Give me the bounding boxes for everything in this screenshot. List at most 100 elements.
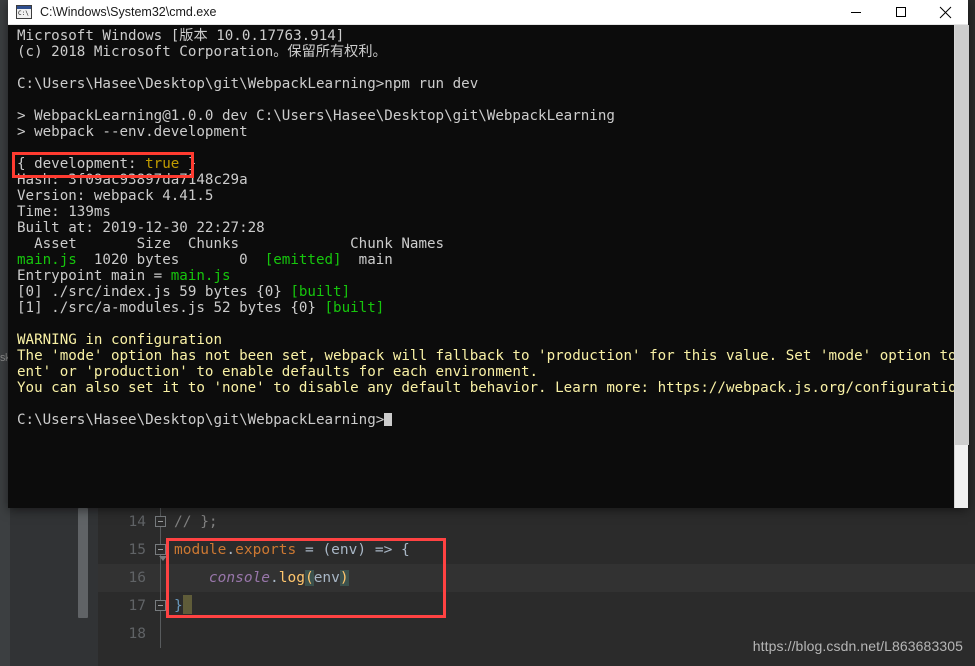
code-token: (: [304, 570, 314, 586]
cmd-scrollbar[interactable]: [954, 25, 969, 508]
code-token: (: [322, 542, 332, 558]
screen-root: sk 14// }; 15 module.exports = (env) => {1…: [0, 0, 975, 666]
code-token: =>: [374, 542, 393, 558]
code-token: ): [339, 570, 349, 586]
cmd-scrollbar-thumb[interactable]: [955, 25, 969, 445]
code-token: env: [331, 542, 358, 558]
maximize-icon: [895, 7, 906, 17]
console-segment: Microsoft Windows [版本 10.0.17763.914]: [17, 28, 345, 44]
close-button[interactable]: [923, 0, 968, 25]
code-text: // };: [174, 508, 218, 536]
console-line: Asset Size Chunks Chunk Names: [17, 236, 968, 252]
console-segment: true: [145, 156, 180, 172]
line-number: 16: [128, 570, 146, 586]
console-segment: [built]: [324, 300, 385, 316]
console-segment: [built]: [290, 284, 351, 300]
code-line[interactable]: 14 // };: [98, 508, 975, 536]
minimize-icon: [850, 12, 861, 13]
maximize-button[interactable]: [878, 0, 923, 25]
console-line: WARNING in configuration: [17, 332, 968, 348]
fold-rail: [160, 564, 161, 592]
console-segment: Asset Size Chunks Chunk Names: [17, 236, 445, 252]
console-line: Microsoft Windows [版本 10.0.17763.914]: [17, 28, 968, 44]
console-cursor: [384, 413, 393, 426]
console-line: The 'mode' option has not been set, webp…: [17, 348, 968, 364]
console-line: main.js 1020 bytes 0 [emitted] main: [17, 252, 968, 268]
console-line: (c) 2018 Microsoft Corporation。保留所有权利。: [17, 44, 968, 60]
code-line[interactable]: 15 module.exports = (env) => {: [98, 536, 975, 564]
code-line[interactable]: 17}: [98, 592, 975, 620]
code-fold-toggle-icon[interactable]: [155, 544, 167, 561]
console-segment: [0] ./src/index.js 59 bytes {0}: [17, 284, 291, 300]
console-segment: { development:: [17, 156, 146, 172]
code-fold-toggle-icon[interactable]: [155, 600, 166, 611]
console-segment: [emitted]: [264, 252, 342, 268]
console-line: You can also set it to 'none' to disable…: [17, 380, 968, 396]
console-segment: Hash: 3f09ac93897da7148c29a: [17, 172, 248, 188]
console-segment: main.js: [170, 268, 231, 284]
fold-rail: [160, 620, 161, 648]
code-token: .: [226, 542, 236, 558]
console-line: { development: true }: [17, 156, 968, 172]
console-line: Time: 139ms: [17, 204, 968, 220]
cmd-window[interactable]: C:\ C:\Windows\System32\cmd.exe Microsof…: [8, 0, 969, 508]
code-token: log: [278, 570, 305, 586]
console-segment: You can also set it to 'none' to disable…: [17, 380, 968, 396]
console-line: C:\Users\Hasee\Desktop\git\WebpackLearni…: [17, 412, 968, 428]
line-number: 15: [128, 542, 146, 558]
cmd-output-area[interactable]: Microsoft Windows [版本 10.0.17763.914] (c)…: [8, 25, 968, 508]
console-segment: }: [179, 156, 197, 172]
code-token: .: [270, 570, 279, 586]
console-line: Entrypoint main = main.js: [17, 268, 968, 284]
console-segment: Built at: 2019-12-30 22:27:28: [17, 220, 265, 236]
window-title: C:\Windows\System32\cmd.exe: [40, 5, 217, 19]
console-line: Hash: 3f09ac93897da7148c29a: [17, 172, 968, 188]
console-line: > webpack --env.development: [17, 124, 968, 140]
window-controls: [833, 0, 968, 25]
console-line: > WebpackLearning@1.0.0 dev C:\Users\Has…: [17, 108, 968, 124]
console-segment: main: [341, 252, 393, 268]
cmd-output-text: Microsoft Windows [版本 10.0.17763.914] (c)…: [17, 28, 968, 428]
console-segment: main.js: [17, 252, 77, 268]
line-number: 17: [128, 598, 146, 614]
code-token: // };: [174, 514, 218, 530]
console-segment: > webpack --env.development: [17, 124, 248, 140]
console-line: Version: webpack 4.41.5: [17, 188, 968, 204]
line-number: 14: [128, 514, 146, 530]
console-segment: Entrypoint main =: [17, 268, 171, 284]
console-line: C:\Users\Hasee\Desktop\git\WebpackLearni…: [17, 76, 968, 92]
console-segment: (c) 2018 Microsoft Corporation。保留所有权利。: [17, 44, 387, 60]
console-segment: C:\Users\Hasee\Desktop\git\WebpackLearni…: [17, 76, 479, 92]
console-segment: C:\Users\Hasee\Desktop\git\WebpackLearni…: [17, 412, 385, 428]
console-line: [0] ./src/index.js 59 bytes {0} [built]: [17, 284, 968, 300]
console-line: Built at: 2019-12-30 22:27:28: [17, 220, 968, 236]
code-line[interactable]: 16 console.log(env): [98, 564, 975, 592]
minimize-button[interactable]: [833, 0, 878, 25]
console-segment: Version: webpack 4.41.5: [17, 188, 214, 204]
code-token: exports: [235, 542, 297, 558]
code-text: module.exports = (env) => {: [174, 536, 410, 564]
cmd-icon: C:\: [16, 5, 32, 19]
console-line: [1] ./src/a-modules.js 52 bytes {0} [bui…: [17, 300, 968, 316]
code-token: {: [392, 542, 410, 558]
code-fold-toggle-icon[interactable]: [155, 516, 166, 527]
close-icon: [939, 6, 952, 18]
csdn-watermark: https://blog.csdn.net/L863683305: [752, 638, 963, 654]
cmd-icon-label: C:\: [18, 10, 29, 17]
code-token: env: [313, 570, 340, 586]
cmd-titlebar[interactable]: C:\ C:\Windows\System32\cmd.exe: [8, 0, 968, 25]
code-text: console.log(env): [174, 564, 349, 592]
console-line: ent' or 'production' to enable defaults …: [17, 364, 968, 380]
editor-scroll-handle[interactable]: [78, 508, 88, 618]
console-segment: 1020 bytes 0: [76, 252, 265, 268]
code-token: console: [208, 570, 271, 586]
console-segment: Time: 139ms: [17, 204, 111, 220]
code-text: }: [174, 592, 192, 620]
code-token: =: [296, 542, 323, 558]
